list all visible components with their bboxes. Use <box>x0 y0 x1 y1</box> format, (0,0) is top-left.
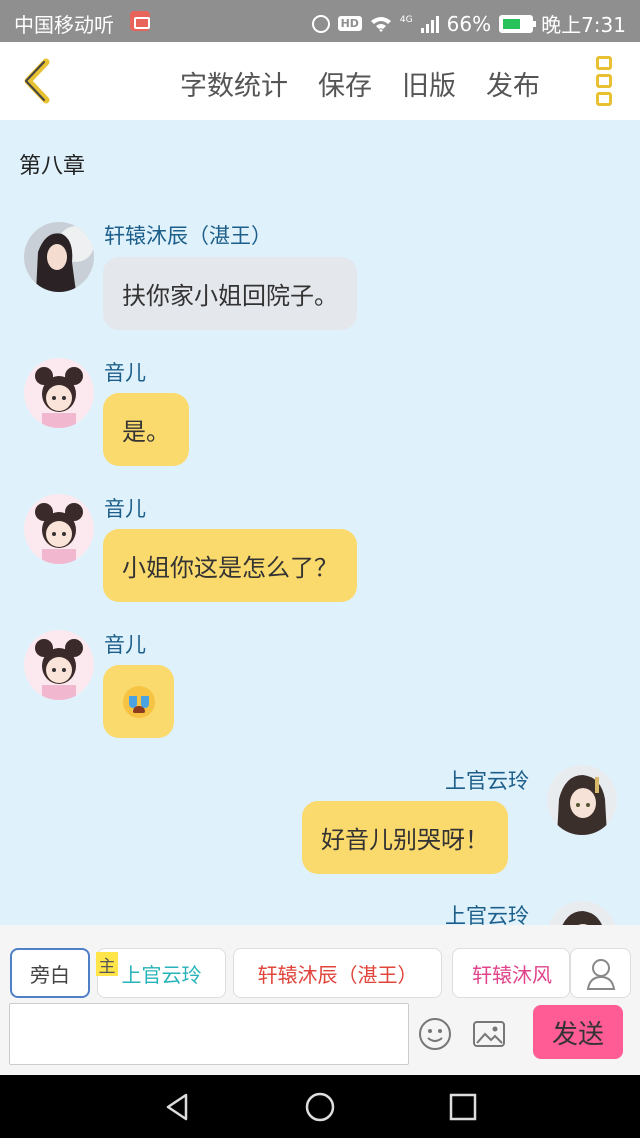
avatar[interactable] <box>547 765 617 835</box>
speaker-name: 轩辕沐辰（湛王） <box>104 224 272 248</box>
publish-button[interactable]: 发布 <box>486 64 540 103</box>
send-button[interactable]: 发送 <box>533 1005 623 1059</box>
speaker-name: 音儿 <box>104 633 146 657</box>
person-icon <box>586 959 616 990</box>
composer-panel: 旁白 上官云玲 轩辕沐辰（湛王） 轩辕沐风 发送 <box>0 925 640 1075</box>
speaker-name: 音儿 <box>104 361 146 385</box>
avatar[interactable] <box>24 494 94 564</box>
header-actions: 字数统计 保存 旧版 发布 <box>180 64 540 103</box>
message-bubble[interactable]: 好音儿别哭呀！ <box>302 801 508 874</box>
message-input[interactable] <box>9 1003 409 1065</box>
message-bubble[interactable]: 小姐你这是怎么了？ <box>103 529 357 602</box>
old-version-button[interactable]: 旧版 <box>402 64 456 103</box>
hd-badge: HD <box>337 16 362 31</box>
more-menu-icon[interactable] <box>593 56 615 106</box>
role-chip-xuanyuan-muchen[interactable]: 轩辕沐辰（湛王） <box>233 948 442 998</box>
avatar[interactable] <box>24 630 94 700</box>
main-character-tag: 主 <box>96 952 118 977</box>
character-manager-button[interactable] <box>570 948 631 998</box>
status-bar: 中国移动听 HD 4G 66% 晚上7:31 <box>0 0 640 42</box>
chapter-title: 第八章 <box>19 154 86 179</box>
emoji-icon[interactable] <box>418 1017 452 1051</box>
speaker-name: 上官云玲 <box>445 769 529 793</box>
editor-header: 字数统计 保存 旧版 发布 <box>0 42 640 120</box>
role-chip-xuanyuan-mufeng[interactable]: 轩辕沐风 <box>452 948 570 998</box>
role-chip-narration[interactable]: 旁白 <box>10 948 90 998</box>
clock: 晚上7:31 <box>541 13 626 37</box>
image-icon[interactable] <box>472 1019 506 1049</box>
nav-back-icon[interactable] <box>162 1091 194 1123</box>
crying-emoji-icon <box>122 685 155 718</box>
word-count-button[interactable]: 字数统计 <box>180 64 288 103</box>
message-notification-icon <box>130 11 150 31</box>
system-nav-bar <box>0 1075 640 1138</box>
carrier-label: 中国移动听 <box>14 13 114 37</box>
save-button[interactable]: 保存 <box>318 64 372 103</box>
alarm-icon <box>311 14 330 33</box>
message-bubble[interactable]: 是。 <box>103 393 189 466</box>
message-bubble[interactable] <box>103 665 174 738</box>
wifi-icon <box>370 16 391 32</box>
back-icon[interactable] <box>14 56 60 106</box>
signal-icon <box>420 15 439 33</box>
avatar[interactable] <box>24 222 94 292</box>
avatar[interactable] <box>24 358 94 428</box>
battery-icon <box>499 14 537 33</box>
nav-recent-icon[interactable] <box>447 1091 479 1123</box>
nav-home-icon[interactable] <box>304 1091 336 1123</box>
network-type-label: 4G <box>399 14 413 25</box>
battery-percent: 66% <box>446 11 492 36</box>
message-bubble[interactable]: 扶你家小姐回院子。 <box>103 257 357 330</box>
speaker-name: 音儿 <box>104 497 146 521</box>
